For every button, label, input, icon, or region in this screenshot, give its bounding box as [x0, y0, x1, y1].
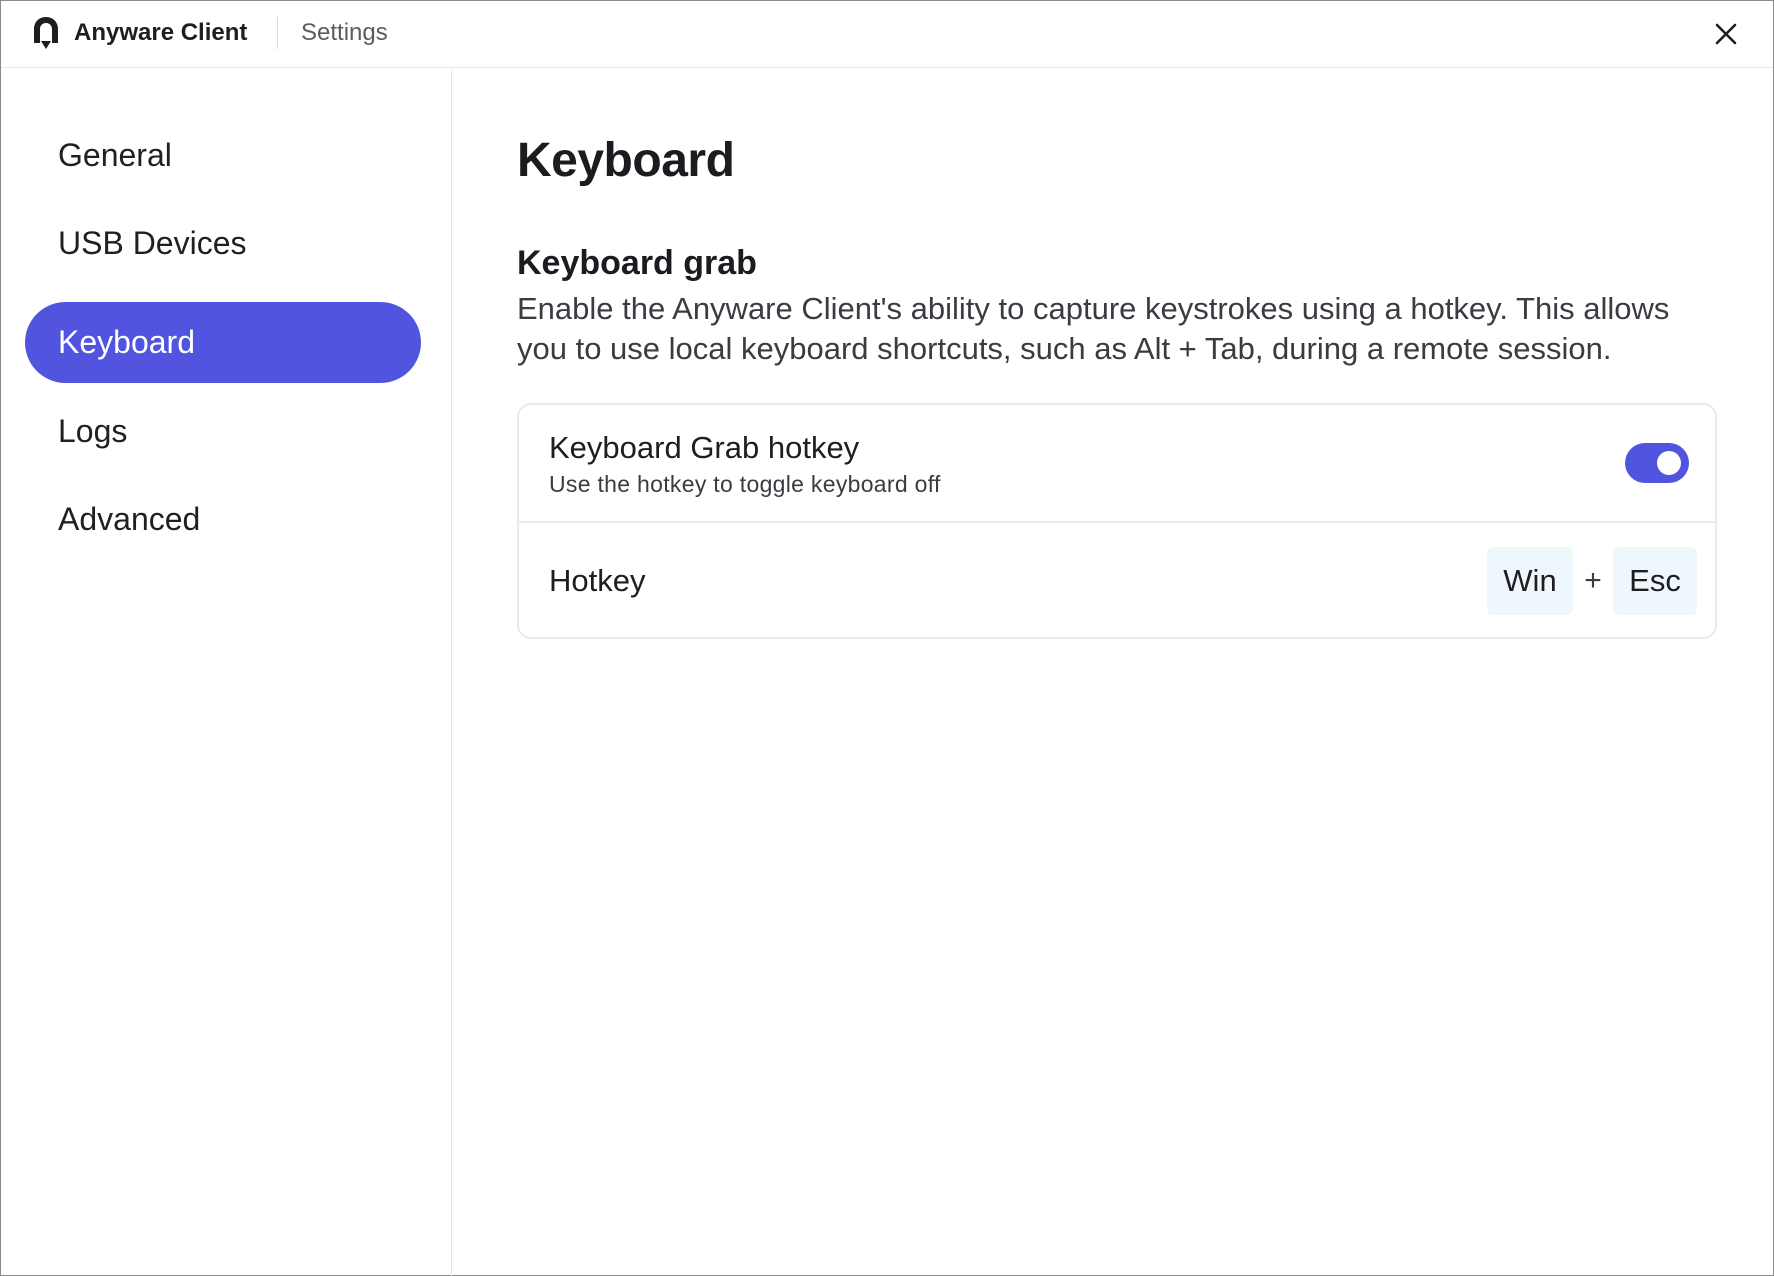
anyware-logo-icon: [32, 15, 60, 51]
settings-sidebar: General USB Devices Keyboard Logs Advanc…: [1, 69, 452, 1276]
page-title: Keyboard: [517, 134, 735, 187]
close-button[interactable]: [1707, 15, 1745, 53]
settings-window: Anyware Client Settings General USB Devi…: [0, 0, 1774, 1276]
close-icon: [1715, 23, 1737, 45]
section-title: Keyboard grab: [517, 244, 757, 282]
hotkey-key-esc[interactable]: Esc: [1613, 547, 1697, 615]
title-separator: [277, 17, 278, 49]
toggle-knob: [1657, 451, 1681, 475]
hotkey-label: Hotkey: [549, 563, 646, 598]
keyboard-grab-card: Keyboard Grab hotkey Use the hotkey to t…: [517, 403, 1717, 639]
keyboard-grab-title: Keyboard Grab hotkey: [549, 430, 860, 465]
hotkey-row: Hotkey Win + Esc: [519, 523, 1715, 639]
hotkey-key-win[interactable]: Win: [1487, 547, 1573, 615]
sidebar-item-usb-devices[interactable]: USB Devices: [25, 203, 421, 284]
app-name: Anyware Client: [74, 19, 248, 46]
window-section-title: Settings: [301, 19, 388, 46]
hotkey-plus-separator: +: [1584, 564, 1602, 597]
keyboard-grab-subtitle: Use the hotkey to toggle keyboard off: [549, 471, 941, 497]
sidebar-item-general[interactable]: General: [25, 115, 421, 196]
keyboard-grab-toggle[interactable]: [1625, 443, 1689, 483]
settings-content: Keyboard Keyboard grab Enable the Anywar…: [453, 69, 1773, 1275]
section-description: Enable the Anyware Client's ability to c…: [517, 291, 1670, 366]
sidebar-item-keyboard[interactable]: Keyboard: [25, 302, 421, 383]
title-bar: Anyware Client Settings: [1, 1, 1773, 68]
sidebar-item-advanced[interactable]: Advanced: [25, 479, 421, 560]
sidebar-item-logs[interactable]: Logs: [25, 391, 421, 472]
keyboard-grab-row: Keyboard Grab hotkey Use the hotkey to t…: [519, 405, 1715, 523]
